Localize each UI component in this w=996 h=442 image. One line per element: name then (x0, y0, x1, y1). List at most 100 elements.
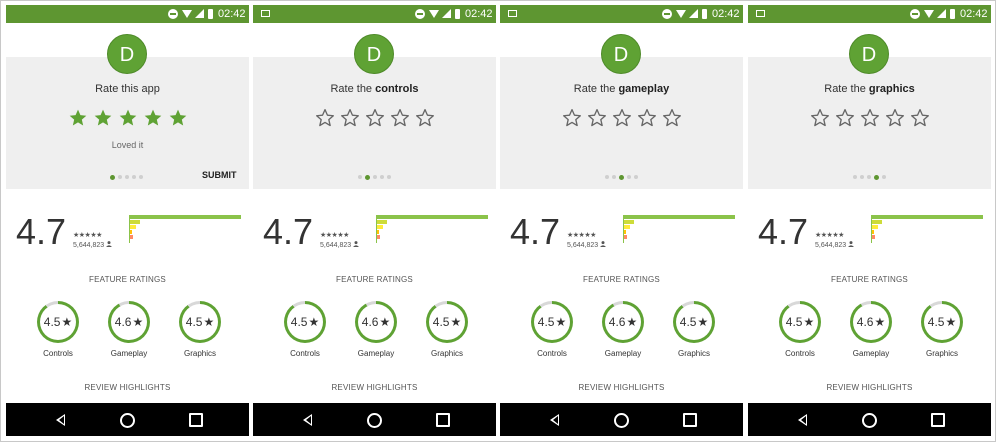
histogram-bar-5 (871, 215, 983, 219)
rating-count-value: 5,644,823 (815, 242, 847, 249)
star-3-icon[interactable] (118, 108, 138, 130)
feature-score: 4.5 (185, 315, 203, 329)
home-icon[interactable] (862, 413, 877, 428)
feature-rating-gameplay: 4.6 ★ Gameplay (598, 301, 648, 358)
status-time: 02:42 (465, 8, 493, 20)
feature-score: 4.5 (537, 315, 555, 329)
page-dot (118, 175, 122, 179)
rating-count: 5,644,823 (73, 241, 113, 249)
person-icon (353, 241, 360, 247)
feature-rating-graphics: 4.5 ★ Graphics (175, 301, 225, 358)
do-not-disturb-icon (168, 9, 178, 19)
feature-score: 4.5 (785, 315, 803, 329)
star-2-icon[interactable] (835, 108, 855, 130)
page-indicator (110, 174, 143, 180)
home-icon[interactable] (367, 413, 382, 428)
battery-icon (208, 9, 213, 19)
back-icon[interactable] (303, 414, 312, 426)
do-not-disturb-icon (910, 9, 920, 19)
recent-apps-icon[interactable] (683, 413, 697, 427)
image-notification-icon (756, 10, 765, 17)
star-2-icon[interactable] (93, 108, 113, 130)
back-icon[interactable] (550, 414, 559, 426)
feature-rating-ring: 4.5 ★ (37, 301, 79, 343)
feature-rating-ring: 4.5 ★ (284, 301, 326, 343)
feature-rating-ring: 4.5 ★ (179, 301, 221, 343)
average-stars: ★★★★★ (815, 232, 844, 239)
feature-score: 4.5 (290, 315, 308, 329)
star-1-icon[interactable] (562, 108, 582, 130)
histogram-axis (376, 215, 377, 243)
star-3-icon[interactable] (860, 108, 880, 130)
star-5-icon[interactable] (168, 108, 188, 130)
star-4-icon[interactable] (637, 108, 657, 130)
page-dot (132, 175, 136, 179)
star-4-icon[interactable] (885, 108, 905, 130)
star-2-icon[interactable] (587, 108, 607, 130)
star-icon: ★ (803, 315, 815, 329)
star-4-icon[interactable] (143, 108, 163, 130)
recent-apps-icon[interactable] (931, 413, 945, 427)
star-3-icon[interactable] (365, 108, 385, 130)
star-icon: ★ (945, 315, 957, 329)
star-5-icon[interactable] (662, 108, 682, 130)
status-time: 02:42 (712, 8, 740, 20)
average-rating: 4.7 (758, 211, 809, 252)
star-icon: ★ (450, 315, 462, 329)
feature-ratings-title: FEATURE RATINGS (831, 275, 908, 284)
feature-rating-ring: 4.6 ★ (108, 301, 150, 343)
wifi-icon (676, 10, 686, 18)
star-2-icon[interactable] (340, 108, 360, 130)
feature-rating-controls: 4.5 ★ Controls (527, 301, 577, 358)
star-1-icon[interactable] (315, 108, 335, 130)
back-icon[interactable] (798, 414, 807, 426)
image-notification-icon (261, 10, 270, 17)
person-icon (600, 241, 607, 247)
home-icon[interactable] (614, 413, 629, 428)
navigation-bar (6, 403, 249, 436)
histogram-bar-4 (871, 220, 882, 224)
wifi-icon (429, 10, 439, 18)
do-not-disturb-icon (415, 9, 425, 19)
star-1-icon[interactable] (68, 108, 88, 130)
cell-signal-icon (689, 9, 698, 18)
avatar: D (849, 34, 889, 74)
star-4-icon[interactable] (390, 108, 410, 130)
feature-label: Gameplay (357, 349, 395, 358)
feature-rating-ring: 4.6 ★ (602, 301, 644, 343)
histogram-axis (623, 215, 624, 243)
feature-ratings-title: FEATURE RATINGS (89, 275, 166, 284)
recent-apps-icon[interactable] (189, 413, 203, 427)
home-icon[interactable] (120, 413, 135, 428)
star-caption: Loved it (111, 140, 144, 150)
page-dot (125, 175, 129, 179)
star-5-icon[interactable] (415, 108, 435, 130)
feature-rating-ring: 4.5 ★ (779, 301, 821, 343)
histogram-bar-4 (129, 220, 140, 224)
feature-rating-controls: 4.5 ★ Controls (775, 301, 825, 358)
histogram-bar-3 (623, 225, 630, 229)
feature-label: Graphics (183, 349, 216, 358)
rate-prompt: Rate the controls (253, 83, 496, 95)
submit-button[interactable]: SUBMIT (202, 170, 237, 180)
feature-rating-ring: 4.5 ★ (531, 301, 573, 343)
recent-apps-icon[interactable] (436, 413, 450, 427)
page-dot (380, 175, 384, 179)
feature-score: 4.5 (43, 315, 61, 329)
status-bar: 02:42 (6, 5, 249, 23)
feature-label: Graphics (677, 349, 710, 358)
avatar: D (601, 34, 641, 74)
feature-rating-gameplay: 4.6 ★ Gameplay (351, 301, 401, 358)
review-highlights-title: REVIEW HIGHLIGHTS (331, 383, 418, 392)
star-5-icon[interactable] (910, 108, 930, 130)
rate-prompt: Rate the graphics (748, 83, 991, 95)
feature-label: Gameplay (852, 349, 890, 358)
back-icon[interactable] (56, 414, 65, 426)
star-3-icon[interactable] (612, 108, 632, 130)
rate-prompt-feature: gameplay (618, 83, 670, 95)
feature-ratings-title: FEATURE RATINGS (583, 275, 660, 284)
feature-score: 4.5 (432, 315, 450, 329)
feature-rating-controls: 4.5 ★ Controls (33, 301, 83, 358)
star-1-icon[interactable] (810, 108, 830, 130)
page-dot (874, 174, 879, 180)
